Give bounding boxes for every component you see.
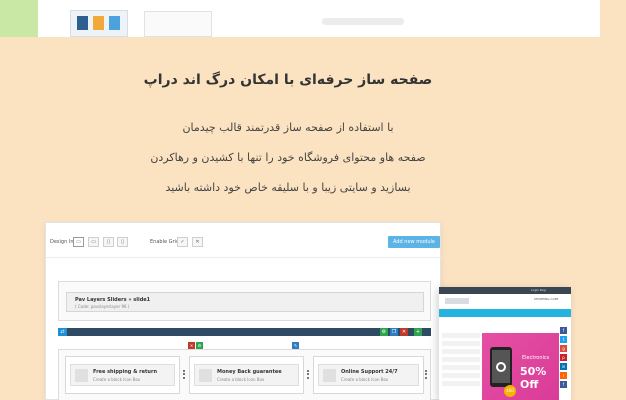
block-subtitle: Create a block Icon Box [93, 377, 141, 382]
preview-bar [322, 18, 404, 25]
pinterest-icon[interactable]: p [560, 354, 567, 361]
block-subtitle: Create a block Icon Box [217, 377, 265, 382]
promo-banner[interactable]: Electronics 50% Off $60 [482, 333, 559, 400]
settings-icon[interactable]: ⚙ [380, 328, 388, 336]
facebook-icon[interactable]: f [560, 381, 567, 388]
slider-module-title: Pav Layers Sliders » slide1 [75, 297, 151, 303]
expand-row-icon[interactable]: ⇄ [58, 328, 67, 336]
description-line-2: صفحه هاو محتوای فروشگاه خود را تنها با ک… [150, 151, 426, 164]
linkedin-icon[interactable]: in [560, 363, 567, 370]
design-in-label: Design In [50, 239, 74, 245]
desktop-icon[interactable]: ▭ [73, 237, 84, 247]
icon-box-module[interactable]: Money Back guarantee Create a block Icon… [194, 364, 299, 386]
laptop-icon[interactable]: ▭ [88, 237, 99, 247]
icon-box-module[interactable]: Online Support 24/7 Create a block Icon … [318, 364, 419, 386]
drag-handle-icon[interactable] [183, 370, 185, 379]
page-builder-screenshot: Design In ▭ ▭ ▯ ▯ Enable Grid ✓ ✕ Add ne… [45, 222, 442, 400]
enable-grid-label: Enable Grid [150, 239, 180, 245]
banner-category: Electronics [522, 355, 550, 361]
block-column[interactable]: Money Back guarantee Create a block Icon… [189, 356, 304, 394]
block-title: Free shipping & return [93, 369, 158, 375]
grid-on-icon[interactable]: ✓ [177, 237, 188, 247]
delete-block-icon[interactable]: ✕ [188, 342, 195, 349]
add-column-icon[interactable]: + [414, 328, 422, 336]
add-new-module-button[interactable]: Add new module [388, 236, 440, 248]
block-subtitle: Create a block Icon Box [341, 377, 389, 382]
edit-block-icon[interactable]: ✎ [292, 342, 299, 349]
shipping-icon [75, 369, 88, 382]
tablet-icon[interactable]: ▯ [103, 237, 114, 247]
mobile-icon[interactable]: ▯ [117, 237, 128, 247]
settings-block-icon[interactable]: ⚙ [196, 342, 203, 349]
grid-off-icon[interactable]: ✕ [192, 237, 203, 247]
shop-logo [445, 298, 469, 304]
description-line-1: با استفاده از صفحه ساز قدرتمند قالب چیدم… [182, 121, 394, 134]
block-title: Online Support 24/7 [341, 369, 398, 375]
phone-image [490, 347, 512, 387]
row-toolbar: ⇄ ⚙ ❐ ✕ + [58, 328, 431, 336]
price-badge: $60 [504, 385, 516, 397]
section-title: صفحه ساز حرفه‌ای با امکان درگ اند دراپ [143, 72, 433, 88]
icon-box-module[interactable]: Free shipping & return Create a block Ic… [70, 364, 175, 386]
delete-icon[interactable]: ✕ [400, 328, 408, 336]
twitter-icon[interactable]: t [560, 336, 567, 343]
description-line-3: بسازید و سایتی زیبا و با سلیقه خاص خود د… [165, 181, 411, 194]
shop-cart-label: SHOPPING CART [534, 297, 559, 301]
banner-offer: 50% Off [520, 365, 547, 391]
shop-nav-bar [439, 309, 571, 317]
drag-handle-icon[interactable] [425, 370, 427, 379]
google-plus-icon[interactable]: g [560, 345, 567, 352]
money-back-icon [199, 369, 212, 382]
rss-icon[interactable]: r [560, 372, 567, 379]
shop-top-links: Login Reg [531, 288, 546, 292]
block-column[interactable]: Online Support 24/7 Create a block Icon … [313, 356, 424, 394]
preview-thumbnail-document [144, 11, 212, 37]
slider-module-code: ( Code: pavslayerlayer 96 ) [75, 304, 130, 309]
support-icon [323, 369, 336, 382]
block-column[interactable]: Free shipping & return Create a block Ic… [65, 356, 180, 394]
block-title: Money Back guarantee [217, 369, 282, 375]
top-preview-strip [0, 0, 626, 37]
drag-handle-icon[interactable] [307, 370, 309, 379]
blocks-row[interactable]: Free shipping & return Create a block Ic… [58, 349, 431, 400]
slider-row[interactable]: Pav Layers Sliders » slide1 ( Code: pavs… [58, 281, 431, 321]
preview-thumbnail [70, 10, 128, 37]
storefront-preview: Login Reg SHOPPING CART Electronics 50% … [439, 287, 571, 400]
slider-module[interactable]: Pav Layers Sliders » slide1 ( Code: pavs… [66, 292, 424, 312]
copy-icon[interactable]: ❐ [390, 328, 398, 336]
facebook-icon[interactable]: f [560, 327, 567, 334]
green-thumbnail [0, 0, 38, 37]
shop-top-bar: Login Reg [439, 287, 571, 294]
